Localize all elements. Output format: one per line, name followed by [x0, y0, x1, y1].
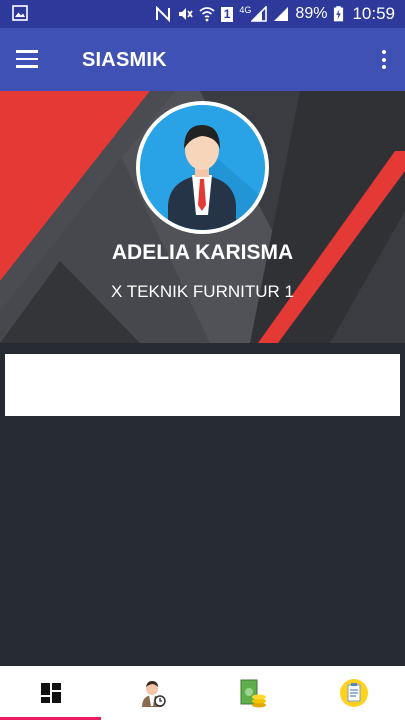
student-class: X TEKNIK FURNITUR 1 — [111, 282, 294, 301]
nav-attendance[interactable] — [101, 666, 202, 720]
mute-icon — [178, 8, 193, 20]
document-icon — [340, 679, 369, 707]
clock: 10:59 — [352, 4, 395, 23]
nav-report[interactable] — [304, 666, 405, 720]
signal-icon — [251, 6, 268, 22]
nav-payment[interactable] — [203, 666, 304, 720]
user-avatar-icon — [140, 105, 265, 230]
app-title: SIASMIK — [82, 49, 167, 71]
sim-indicator: 1 — [220, 6, 234, 22]
hamburger-menu-icon[interactable] — [16, 50, 38, 68]
signal-2-icon — [274, 7, 289, 21]
money-icon — [240, 679, 267, 708]
battery-charging-icon — [334, 6, 344, 22]
avatar[interactable] — [136, 101, 269, 234]
bottom-navigation — [0, 666, 405, 720]
status-bar: 1 4G 89% 10:59 — [0, 0, 405, 28]
student-name: ADELIA KARISMA — [111, 241, 294, 264]
gallery-notification-icon — [12, 5, 28, 21]
nav-dashboard[interactable] — [0, 666, 102, 720]
profile-banner: ADELIA KARISMA X TEKNIK FURNITUR 1 — [0, 91, 405, 343]
nfc-icon — [155, 6, 170, 22]
more-options-icon[interactable] — [381, 50, 387, 70]
content-card — [5, 354, 400, 416]
network-type: 4G — [239, 5, 252, 15]
student-icon — [141, 681, 166, 707]
wifi-icon — [199, 7, 215, 22]
app-bar: SIASMIK — [0, 28, 405, 91]
dashboard-icon — [40, 683, 61, 703]
battery-percent: 89% — [295, 5, 328, 22]
